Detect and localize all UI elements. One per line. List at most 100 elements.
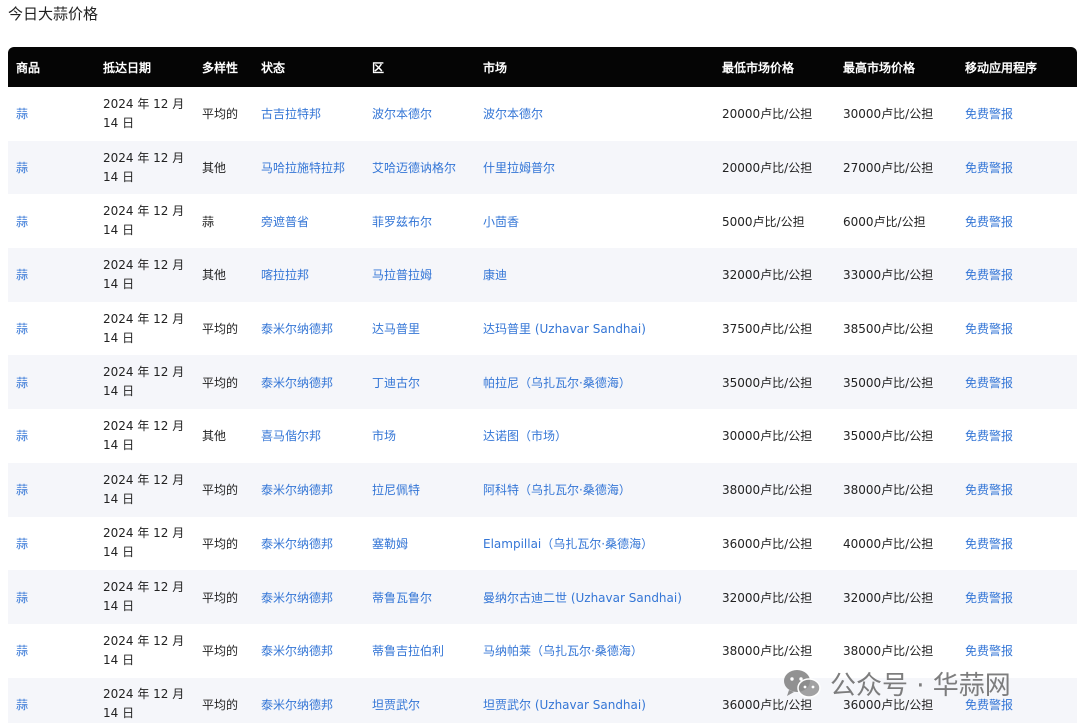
- cell-district-link[interactable]: 坦贾武尔: [372, 698, 420, 712]
- cell-market-link[interactable]: 达玛普里 (Uzhavar Sandhai): [483, 322, 646, 336]
- cell-state: 泰米尔纳德邦: [253, 570, 364, 624]
- cell-state: 泰米尔纳德邦: [253, 624, 364, 678]
- cell-variety: 平均的: [202, 107, 239, 122]
- cell-commodity-link[interactable]: 蒜: [16, 537, 28, 551]
- cell-variety: 平均的: [202, 697, 239, 712]
- cell-min-price: 38000卢比/公担: [722, 644, 813, 659]
- header-max-price[interactable]: 最高市场价格: [835, 47, 957, 87]
- cell-min-price: 36000卢比/公担: [722, 536, 813, 551]
- table-row: 蒜 2024 年 12 月 14 日 平均的 泰米尔纳德邦 丁迪古尔 帕拉尼（乌扎瓦尔·桑…: [8, 355, 1077, 410]
- cell-commodity-link[interactable]: 蒜: [16, 644, 28, 658]
- cell-variety: 其他: [202, 161, 227, 176]
- cell-state-link[interactable]: 泰米尔纳德邦: [261, 698, 333, 712]
- cell-district: 马拉普拉姆: [364, 248, 475, 302]
- cell-state-link[interactable]: 泰米尔纳德邦: [261, 644, 333, 658]
- cell-max-price: 33000卢比/公担: [843, 268, 934, 283]
- cell-market-link[interactable]: 达诺图（市场）: [483, 429, 567, 443]
- cell-commodity: 蒜: [8, 248, 95, 302]
- header-variety[interactable]: 多样性: [194, 47, 253, 87]
- table-row: 蒜 2024 年 12 月 14 日 其他 喜马偕尔邦 市场 达诺图（市场） 30000卢比…: [8, 409, 1077, 463]
- free-alert-link-link[interactable]: 免费警报: [965, 644, 1013, 658]
- cell-arrival-date: 2024 年 12 月 14 日: [103, 257, 185, 291]
- header-state[interactable]: 状态: [253, 47, 364, 87]
- cell-max-price: 35000卢比/公担: [843, 375, 934, 390]
- free-alert-link-link[interactable]: 免费警报: [965, 322, 1013, 336]
- cell-market: 帕拉尼（乌扎瓦尔·桑德海）: [475, 355, 714, 409]
- cell-market-link[interactable]: 曼纳尔古迪二世 (Uzhavar Sandhai): [483, 591, 682, 605]
- cell-market-link[interactable]: 阿科特（乌扎瓦尔·桑德海）: [483, 483, 631, 497]
- cell-commodity-link[interactable]: 蒜: [16, 698, 28, 712]
- cell-arrival-date: 2024 年 12 月 14 日: [103, 418, 185, 452]
- free-alert-link-link[interactable]: 免费警报: [965, 698, 1013, 712]
- cell-state-link[interactable]: 旁遮普省: [261, 215, 309, 229]
- cell-commodity-link[interactable]: 蒜: [16, 322, 28, 336]
- cell-district-link[interactable]: 马拉普拉姆: [372, 268, 432, 282]
- cell-state-link[interactable]: 泰米尔纳德邦: [261, 376, 333, 390]
- cell-market-link[interactable]: 什里拉姆普尔: [483, 161, 555, 175]
- free-alert-link-link[interactable]: 免费警报: [965, 215, 1013, 229]
- cell-district-link[interactable]: 达马普里: [372, 322, 420, 336]
- cell-commodity-link[interactable]: 蒜: [16, 376, 28, 390]
- cell-district-link[interactable]: 波尔本德尔: [372, 107, 432, 121]
- cell-variety: 其他: [202, 429, 227, 444]
- header-arrival-date[interactable]: 抵达日期: [95, 47, 194, 87]
- header-market[interactable]: 市场: [475, 47, 714, 87]
- free-alert-link-link[interactable]: 免费警报: [965, 376, 1013, 390]
- free-alert-link-link[interactable]: 免费警报: [965, 429, 1013, 443]
- cell-commodity-link[interactable]: 蒜: [16, 483, 28, 497]
- cell-commodity-link[interactable]: 蒜: [16, 268, 28, 282]
- free-alert-link-link[interactable]: 免费警报: [965, 268, 1013, 282]
- cell-arrival-date: 2024 年 12 月 14 日: [103, 96, 185, 130]
- cell-district-link[interactable]: 蒂鲁瓦鲁尔: [372, 591, 432, 605]
- cell-state: 马哈拉施特拉邦: [253, 141, 364, 195]
- cell-market: 曼纳尔古迪二世 (Uzhavar Sandhai): [475, 570, 714, 624]
- free-alert-link-link[interactable]: 免费警报: [965, 483, 1013, 497]
- cell-district-link[interactable]: 塞勒姆: [372, 537, 408, 551]
- cell-district-link[interactable]: 菲罗兹布尔: [372, 215, 432, 229]
- cell-market-link[interactable]: 小茴香: [483, 215, 519, 229]
- cell-min-price: 20000卢比/公担: [722, 107, 813, 122]
- cell-commodity-link[interactable]: 蒜: [16, 107, 28, 121]
- cell-market-link[interactable]: 马纳帕莱（乌扎瓦尔·桑德海）: [483, 644, 643, 658]
- cell-state-link[interactable]: 喜马偕尔邦: [261, 429, 321, 443]
- cell-district-link[interactable]: 蒂鲁吉拉伯利: [372, 644, 444, 658]
- cell-max-price: 40000卢比/公担: [843, 536, 934, 551]
- cell-market: 康迪: [475, 248, 714, 302]
- cell-state-link[interactable]: 古吉拉特邦: [261, 107, 321, 121]
- cell-district-link[interactable]: 丁迪古尔: [372, 376, 420, 390]
- cell-min-price: 38000卢比/公担: [722, 483, 813, 498]
- cell-state-link[interactable]: 泰米尔纳德邦: [261, 322, 333, 336]
- cell-market: 达诺图（市场）: [475, 409, 714, 463]
- free-alert-link: 免费警报: [957, 570, 1077, 624]
- cell-district-link[interactable]: 拉尼佩特: [372, 483, 420, 497]
- free-alert-link-link[interactable]: 免费警报: [965, 107, 1013, 121]
- cell-state-link[interactable]: 马哈拉施特拉邦: [261, 161, 345, 175]
- free-alert-link-link[interactable]: 免费警报: [965, 537, 1013, 551]
- free-alert-link-link[interactable]: 免费警报: [965, 161, 1013, 175]
- header-min-price[interactable]: 最低市场价格: [714, 47, 835, 87]
- cell-district-link[interactable]: 市场: [372, 429, 396, 443]
- cell-state-link[interactable]: 喀拉拉邦: [261, 268, 309, 282]
- cell-variety: 平均的: [202, 644, 239, 659]
- cell-district-link[interactable]: 艾哈迈德讷格尔: [372, 161, 456, 175]
- cell-state-link[interactable]: 泰米尔纳德邦: [261, 591, 333, 605]
- cell-state-link[interactable]: 泰米尔纳德邦: [261, 483, 333, 497]
- cell-commodity-link[interactable]: 蒜: [16, 591, 28, 605]
- cell-max-price: 38500卢比/公担: [843, 322, 934, 337]
- cell-market-link[interactable]: 帕拉尼（乌扎瓦尔·桑德海）: [483, 376, 631, 390]
- header-mobile-app[interactable]: 移动应用程序: [957, 47, 1077, 87]
- cell-market-link[interactable]: 康迪: [483, 268, 507, 282]
- cell-market-link[interactable]: 波尔本德尔: [483, 107, 543, 121]
- header-commodity[interactable]: 商品: [8, 47, 95, 87]
- header-district[interactable]: 区: [364, 47, 475, 87]
- cell-commodity-link[interactable]: 蒜: [16, 429, 28, 443]
- cell-state-link[interactable]: 泰米尔纳德邦: [261, 537, 333, 551]
- free-alert-link: 免费警报: [957, 248, 1077, 302]
- free-alert-link-link[interactable]: 免费警报: [965, 591, 1013, 605]
- cell-market: 波尔本德尔: [475, 87, 714, 141]
- cell-market-link[interactable]: Elampillai（乌扎瓦尔·桑德海）: [483, 537, 653, 551]
- cell-variety: 平均的: [202, 536, 239, 551]
- cell-market-link[interactable]: 坦贾武尔 (Uzhavar Sandhai): [483, 698, 646, 712]
- cell-commodity-link[interactable]: 蒜: [16, 161, 28, 175]
- cell-commodity-link[interactable]: 蒜: [16, 215, 28, 229]
